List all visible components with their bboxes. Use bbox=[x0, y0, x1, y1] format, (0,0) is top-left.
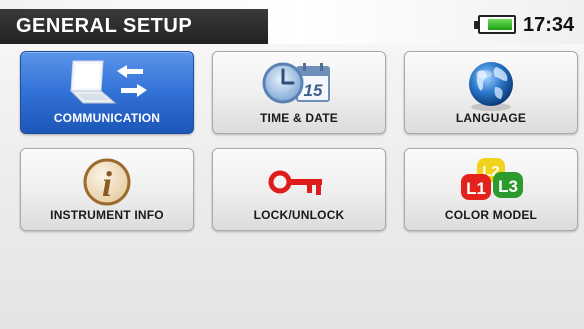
laptop-transfer-icon bbox=[57, 57, 157, 118]
instrument-info-label: INSTRUMENT INFO bbox=[50, 208, 164, 222]
globe-icon bbox=[441, 57, 541, 118]
key-icon bbox=[249, 154, 349, 215]
header-bar: GENERAL SETUP 17:34 bbox=[0, 0, 584, 44]
lock-unlock-label: LOCK/UNLOCK bbox=[253, 208, 345, 222]
color-model-label: COLOR MODEL bbox=[444, 208, 538, 222]
clock-time: 17:34 bbox=[523, 14, 575, 36]
empty-area bbox=[0, 245, 584, 329]
general-setup-screen: GENERAL SETUP 17:34 COMMUNICATION 15 TIM… bbox=[0, 0, 584, 329]
calendar-day: 15 bbox=[304, 81, 323, 100]
info-glyph: i bbox=[102, 164, 112, 204]
language-label: LANGUAGE bbox=[455, 111, 527, 125]
time-date-tile[interactable]: 15 TIME & DATE bbox=[212, 51, 386, 134]
phase-l1-label: L1 bbox=[466, 179, 486, 198]
communication-label: COMMUNICATION bbox=[53, 111, 161, 125]
phase-l3-label: L3 bbox=[498, 177, 518, 196]
battery-level-fill bbox=[488, 19, 512, 30]
phase-colors-icon: L2 L1 L3 bbox=[441, 154, 541, 215]
communication-tile[interactable]: COMMUNICATION bbox=[20, 51, 194, 134]
instrument-info-tile[interactable]: i INSTRUMENT INFO bbox=[20, 148, 194, 231]
battery-icon bbox=[474, 15, 516, 34]
time-date-label: TIME & DATE bbox=[260, 111, 338, 125]
color-model-tile[interactable]: L2 L1 L3 COLOR MODEL bbox=[404, 148, 578, 231]
info-icon: i bbox=[57, 154, 157, 215]
page-title: GENERAL SETUP bbox=[0, 9, 268, 44]
language-tile[interactable]: LANGUAGE bbox=[404, 51, 578, 134]
lock-unlock-tile[interactable]: LOCK/UNLOCK bbox=[212, 148, 386, 231]
clock-calendar-icon: 15 bbox=[249, 57, 349, 118]
